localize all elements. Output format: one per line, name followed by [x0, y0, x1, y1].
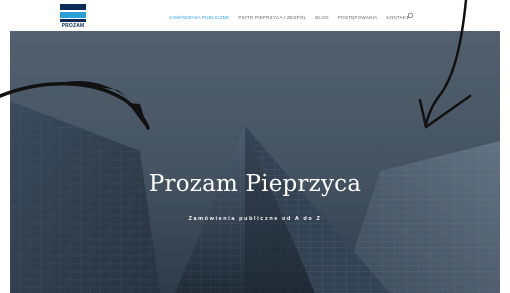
logo-bar-top	[60, 4, 86, 10]
hero-background-image	[10, 31, 500, 293]
site-logo[interactable]: PROZAM	[58, 2, 88, 30]
page: PROZAM ZAMÓWIENIA PUBLICZNE PIOTR PIEPRZ…	[0, 0, 510, 293]
logo-bar-middle	[60, 12, 86, 18]
main-nav: ZAMÓWIENIA PUBLICZNE PIOTR PIEPRZYCA I Z…	[169, 13, 418, 21]
nav-item-blog[interactable]: BLOG	[315, 15, 329, 20]
logo-text: PROZAM	[61, 23, 85, 29]
site-header: PROZAM ZAMÓWIENIA PUBLICZNE PIOTR PIEPRZ…	[10, 0, 500, 31]
hero-subtitle: Zamówienia publiczne od A do Z	[188, 216, 322, 222]
nav-item-postepowania[interactable]: POSTĘPOWANIA	[338, 15, 378, 20]
logo-bar-bottom	[60, 19, 86, 22]
search-icon[interactable]	[406, 12, 414, 20]
hero-section: Prozam Pieprzyca Zamówienia publiczne od…	[10, 31, 500, 293]
hero-title: Prozam Pieprzyca	[148, 171, 362, 197]
nav-item-zamowienia-publiczne[interactable]: ZAMÓWIENIA PUBLICZNE	[169, 15, 229, 20]
nav-item-piotr-pieprzyca[interactable]: PIOTR PIEPRZYCA I ZESPÓŁ	[238, 15, 306, 20]
